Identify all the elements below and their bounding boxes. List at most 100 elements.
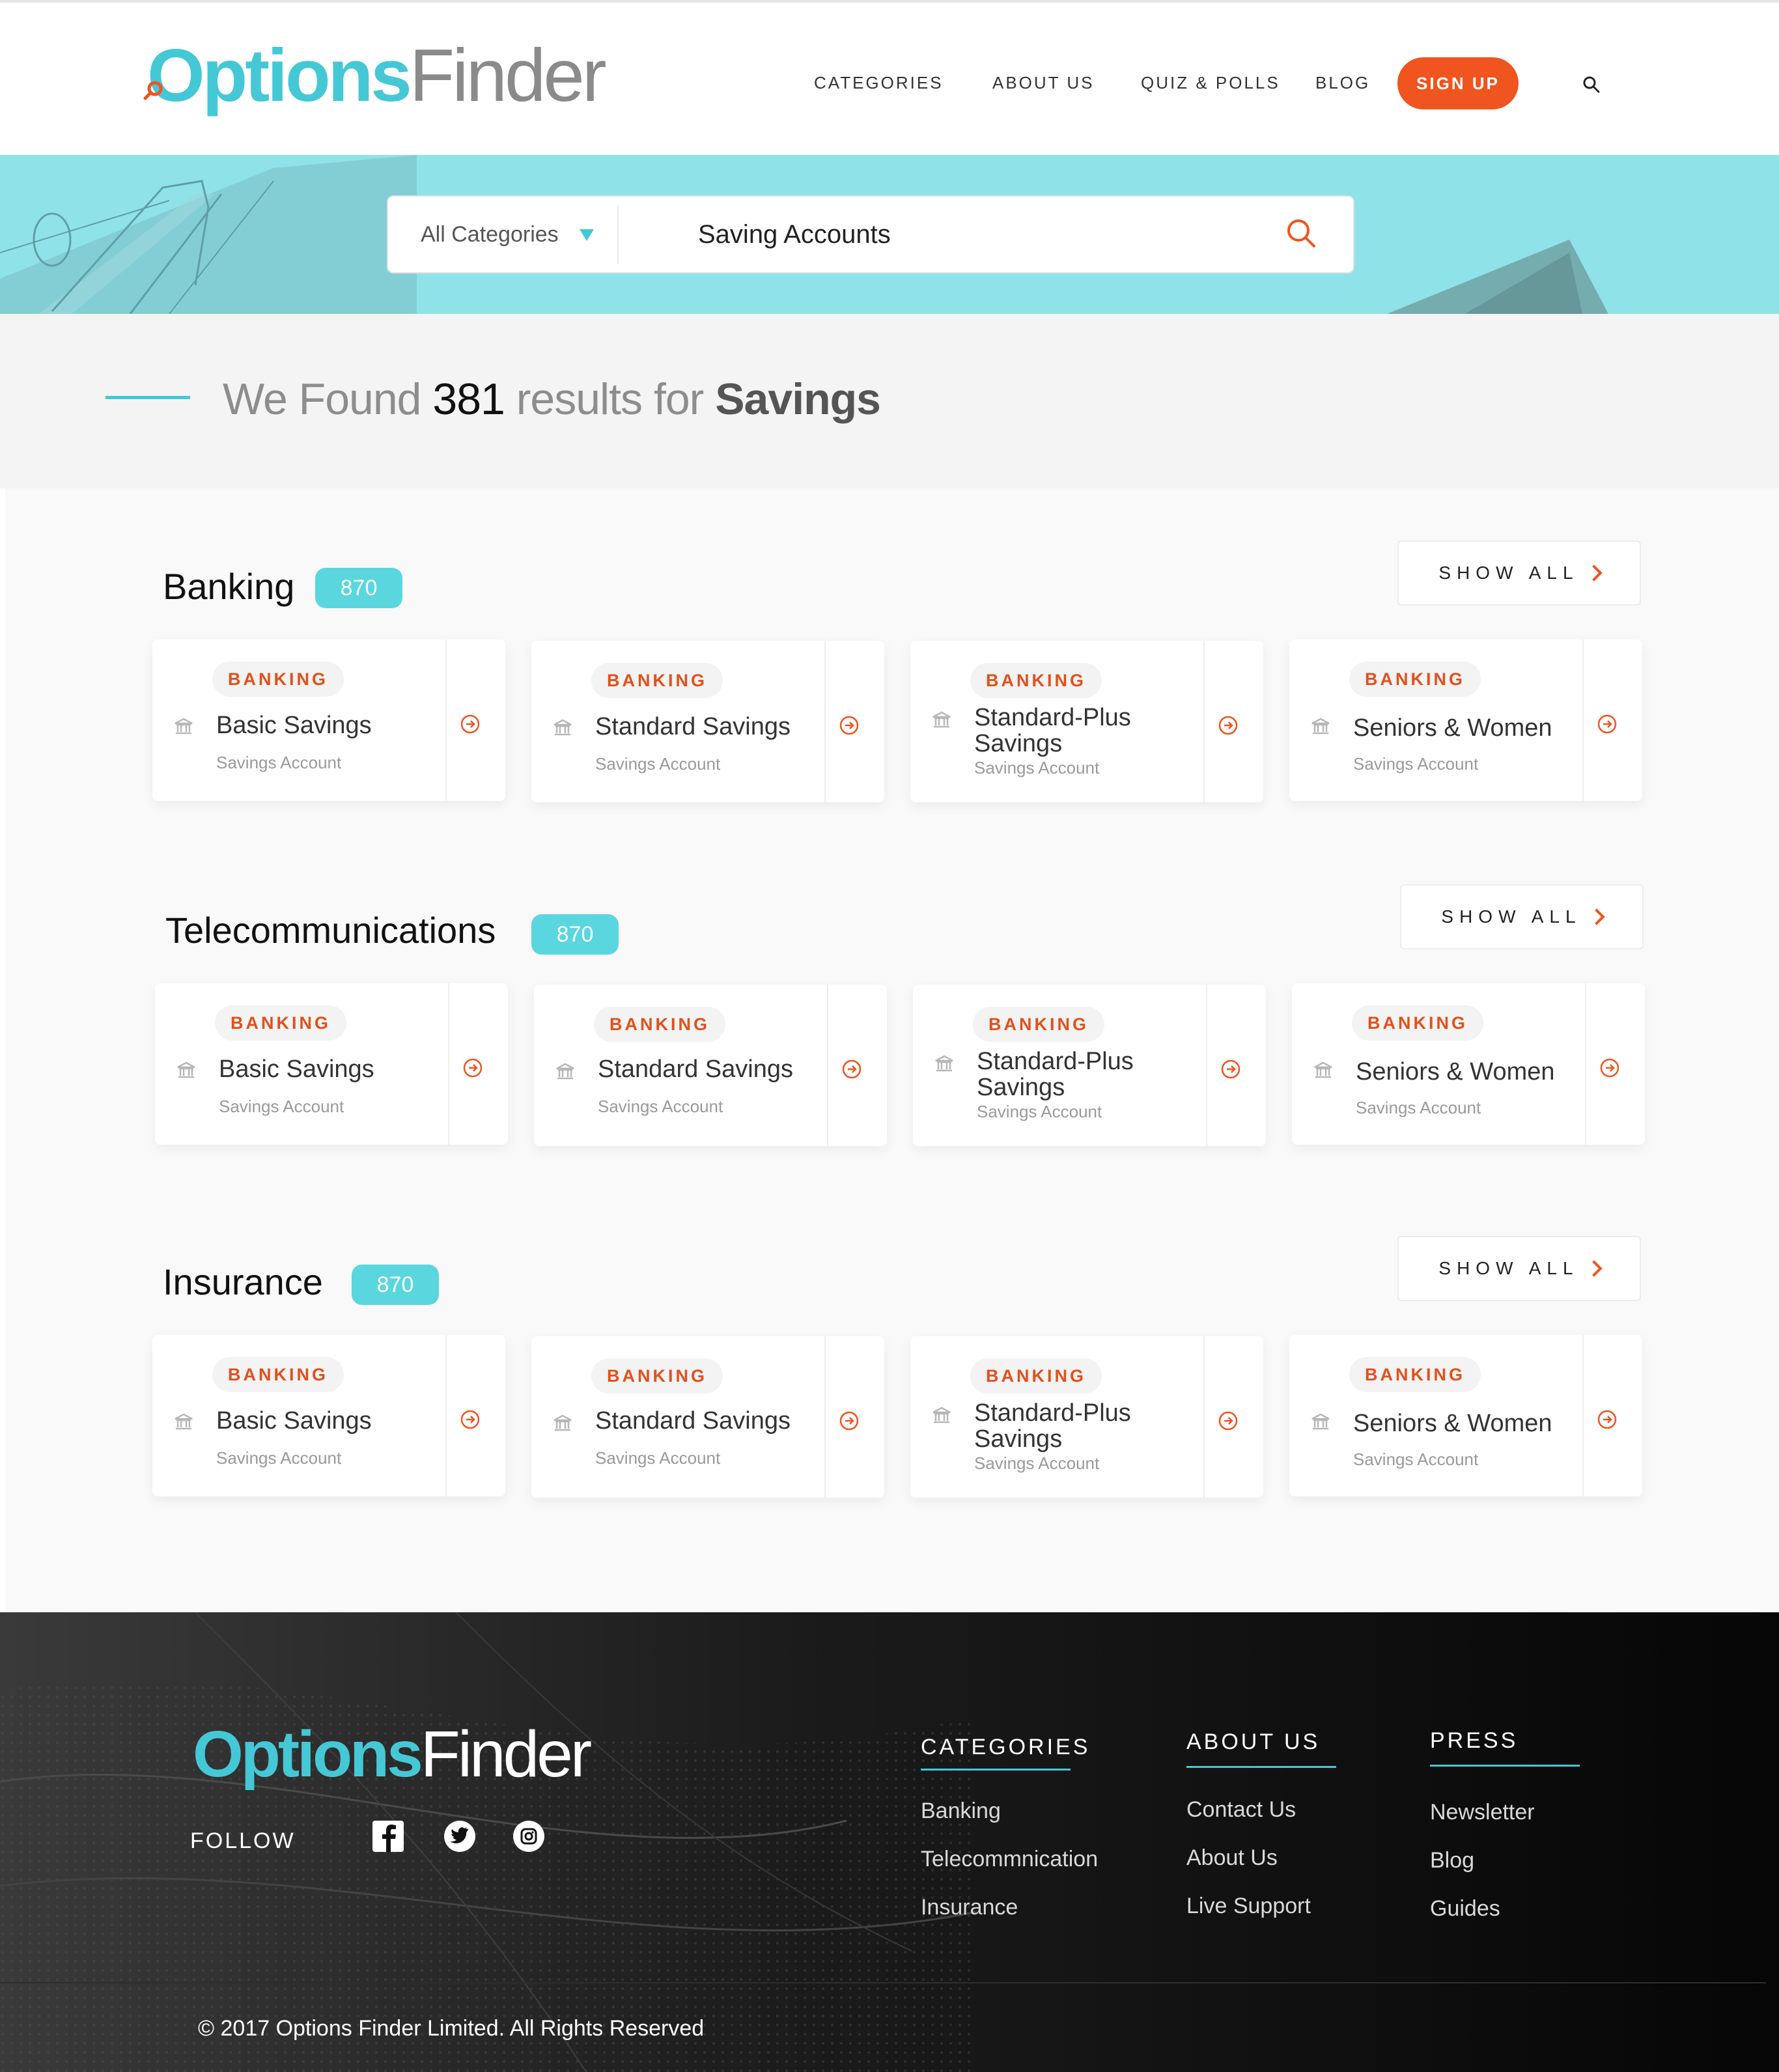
section-title-telecommunications: Telecommunications — [165, 910, 496, 951]
search-bar: All Categories — [387, 195, 1354, 273]
category-tag: BANKING — [970, 1358, 1102, 1393]
footer-link-about-us[interactable]: About Us — [1186, 1845, 1278, 1871]
card-title: Standard-Plus Savings — [977, 1048, 1134, 1101]
result-card[interactable]: BANKING Basic Savings Savings Account — [152, 1335, 505, 1496]
footer-divider — [0, 1982, 1766, 1983]
results-accent-line — [105, 396, 190, 399]
show-all-button-telecommunications[interactable]: SHOW ALL — [1400, 884, 1644, 949]
card-divider — [445, 639, 447, 801]
result-card[interactable]: BANKING Basic Savings Savings Account — [152, 639, 505, 801]
footer-link-guides[interactable]: Guides — [1430, 1896, 1500, 1922]
arrow-circle-right-icon[interactable] — [841, 1059, 862, 1080]
card-title: Basic Savings — [216, 1407, 372, 1435]
result-card[interactable]: BANKING Basic Savings Savings Account — [155, 983, 508, 1145]
show-all-button-insurance[interactable]: SHOW ALL — [1397, 1236, 1641, 1301]
arrow-circle-right-icon[interactable] — [839, 1410, 860, 1431]
footer-link-telecommunication[interactable]: Telecommnication — [921, 1847, 1098, 1872]
card-title: Standard Savings — [598, 1056, 793, 1083]
category-dropdown-label: All Categories — [421, 221, 559, 247]
card-title: Standard-Plus Savings — [974, 1399, 1131, 1453]
card-title: Basic Savings — [216, 712, 372, 739]
card-title: Seniors & Women — [1356, 1058, 1555, 1085]
site-header: OptionsFinder CATEGORIES ABOUT US QUIZ &… — [0, 3, 1779, 155]
card-subtitle: Savings Account — [1356, 1098, 1481, 1117]
nav-quiz-polls[interactable]: QUIZ & POLLS — [1141, 73, 1280, 93]
result-card[interactable]: BANKING Standard-Plus Savings Savings Ac… — [910, 641, 1263, 802]
arrow-circle-right-icon[interactable] — [839, 715, 860, 736]
twitter-icon[interactable] — [443, 1819, 477, 1853]
sign-up-button[interactable]: SIGN UP — [1397, 57, 1519, 109]
card-subtitle: Savings Account — [595, 1448, 721, 1468]
card-divider — [1582, 639, 1584, 801]
search-icon[interactable] — [1581, 74, 1602, 95]
category-tag: BANKING — [212, 1357, 344, 1392]
section-count-badge: 870 — [315, 568, 402, 608]
category-tag: BANKING — [970, 663, 1102, 698]
show-all-button-banking[interactable]: SHOW ALL — [1397, 540, 1641, 606]
card-subtitle: Savings Account — [219, 1097, 344, 1116]
card-subtitle: Savings Account — [216, 753, 342, 772]
footer-categories-title: CATEGORIES — [921, 1735, 1091, 1759]
caret-down-icon[interactable] — [580, 229, 594, 241]
result-card[interactable]: BANKING Standard Savings Savings Account — [531, 641, 884, 802]
result-card[interactable]: BANKING Seniors & Women Savings Account — [1289, 639, 1642, 801]
nav-about-us[interactable]: ABOUT US — [992, 73, 1094, 93]
arrow-circle-right-icon[interactable] — [460, 1409, 481, 1430]
search-input[interactable] — [698, 212, 1219, 257]
bank-icon — [175, 1413, 193, 1430]
arrow-circle-right-icon[interactable] — [1218, 715, 1239, 736]
site-logo[interactable]: OptionsFinder — [147, 39, 607, 113]
result-card[interactable]: BANKING Seniors & Women Savings Account — [1289, 1335, 1642, 1496]
card-divider — [445, 1335, 447, 1496]
footer-link-insurance[interactable]: Insurance — [921, 1895, 1018, 1920]
card-divider — [1582, 1335, 1584, 1496]
category-tag: BANKING — [215, 1005, 346, 1041]
search-submit-icon[interactable] — [1283, 216, 1319, 253]
footer-link-contact-us[interactable]: Contact Us — [1186, 1797, 1296, 1823]
bank-icon — [553, 719, 572, 736]
arrow-circle-right-icon[interactable] — [1218, 1410, 1239, 1431]
section-title-banking: Banking — [163, 566, 295, 607]
arrow-circle-right-icon[interactable] — [462, 1057, 483, 1078]
show-all-label: SHOW ALL — [1438, 563, 1579, 583]
facebook-icon[interactable] — [371, 1819, 405, 1853]
card-divider — [1206, 985, 1207, 1146]
category-tag: BANKING — [591, 1358, 723, 1393]
arrow-circle-right-icon[interactable] — [1597, 714, 1618, 735]
footer-link-blog[interactable]: Blog — [1430, 1848, 1474, 1873]
footer-link-banking[interactable]: Banking — [921, 1799, 1001, 1824]
footer-about-underline — [1186, 1766, 1336, 1768]
bank-icon — [175, 718, 193, 735]
chevron-right-icon — [1585, 565, 1603, 581]
category-dropdown[interactable]: All Categories — [421, 197, 559, 272]
card-subtitle: Savings Account — [1353, 1449, 1479, 1469]
card-title: Seniors & Women — [1353, 714, 1552, 742]
result-card[interactable]: BANKING Standard-Plus Savings Savings Ac… — [913, 985, 1266, 1146]
card-divider — [1203, 1336, 1205, 1498]
arrow-circle-right-icon[interactable] — [1599, 1057, 1620, 1078]
result-card[interactable]: BANKING Seniors & Women Savings Account — [1292, 983, 1645, 1145]
follow-label: FOLLOW — [190, 1828, 296, 1853]
card-title: Standard Savings — [595, 713, 791, 740]
footer-logo[interactable]: OptionsFinder — [193, 1722, 592, 1787]
bank-icon — [1311, 1413, 1330, 1430]
footer-link-newsletter[interactable]: Newsletter — [1430, 1800, 1535, 1825]
card-title: Standard Savings — [595, 1407, 791, 1435]
card-divider — [824, 1336, 826, 1498]
card-subtitle: Savings Account — [974, 758, 1100, 777]
copyright-text: © 2017 Options Finder Limited. All Right… — [198, 2016, 705, 2041]
arrow-circle-right-icon[interactable] — [460, 714, 481, 735]
magnifier-logo-icon — [143, 81, 163, 100]
result-card[interactable]: BANKING Standard-Plus Savings Savings Ac… — [910, 1336, 1263, 1498]
nav-categories[interactable]: CATEGORIES — [814, 73, 944, 93]
nav-blog[interactable]: BLOG — [1315, 73, 1370, 93]
result-card[interactable]: BANKING Standard Savings Savings Account — [534, 985, 887, 1146]
bank-icon — [556, 1063, 574, 1080]
instagram-icon[interactable] — [512, 1819, 546, 1853]
result-card[interactable]: BANKING Standard Savings Savings Account — [531, 1336, 884, 1498]
footer-link-live-support[interactable]: Live Support — [1186, 1894, 1311, 1919]
arrow-circle-right-icon[interactable] — [1220, 1059, 1241, 1080]
category-tag: BANKING — [212, 662, 344, 697]
arrow-circle-right-icon[interactable] — [1597, 1409, 1618, 1430]
results-summary: We Found 381 results for Savings — [223, 374, 881, 425]
